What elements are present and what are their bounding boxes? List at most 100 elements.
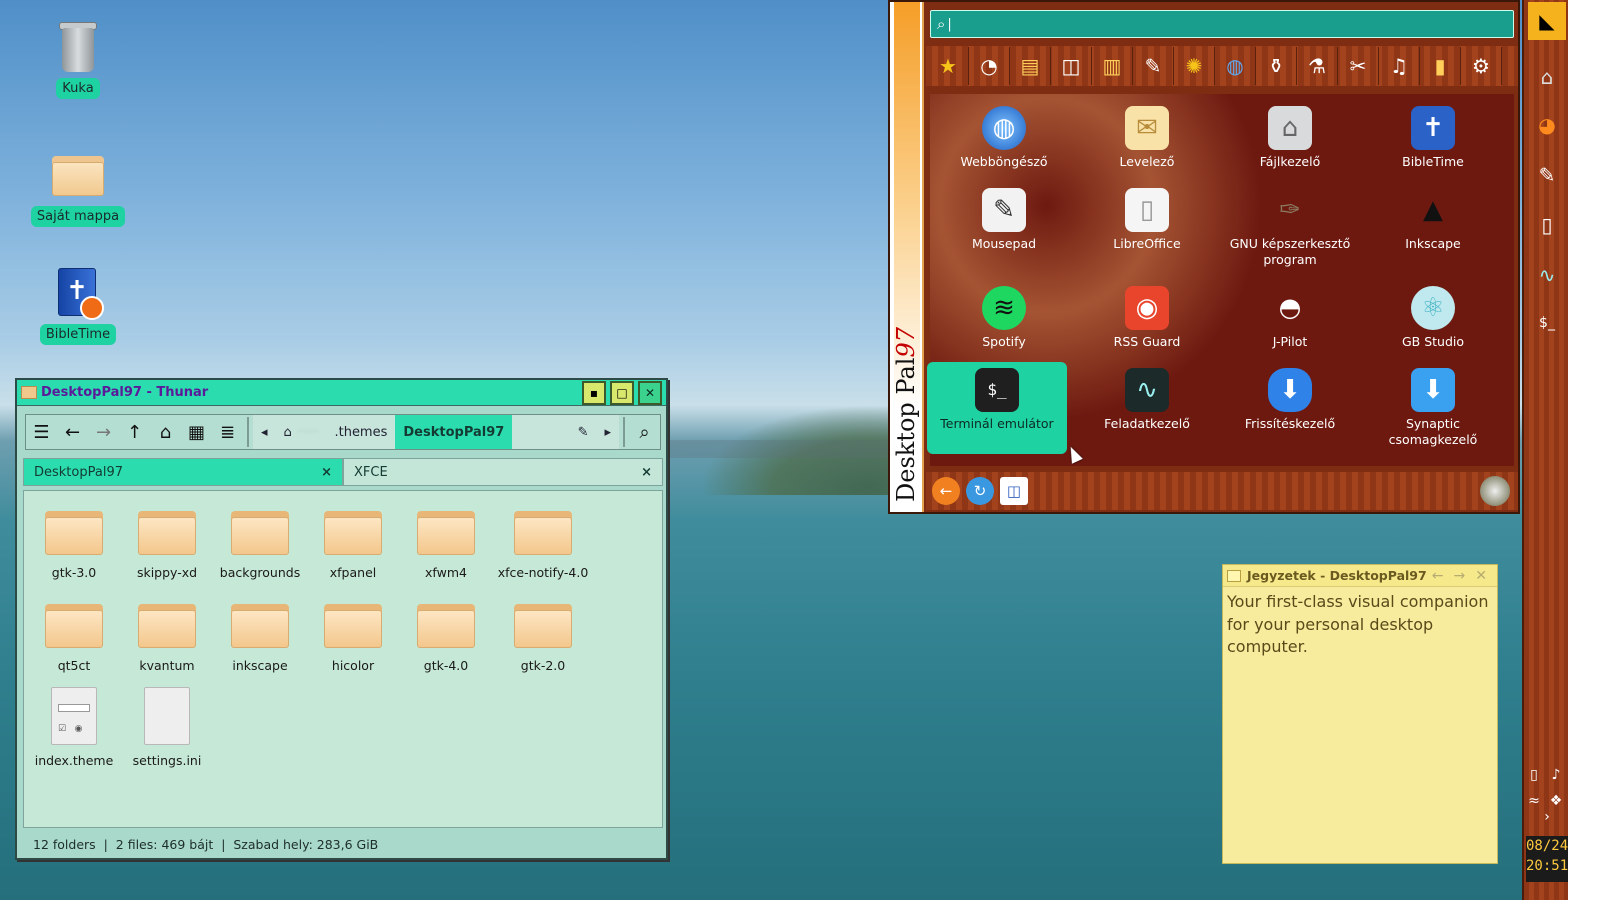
file-item[interactable]: gtk-4.0 — [400, 598, 492, 673]
breadcrumb-home[interactable]: ⌂ ····· — [276, 415, 327, 449]
close-button[interactable]: ✕ — [638, 380, 662, 405]
file-item[interactable]: xfwm4 — [400, 505, 492, 580]
app-rss-guard[interactable]: ◉ RSS Guard — [1077, 286, 1217, 350]
list-view-button[interactable]: ≣ — [212, 415, 243, 449]
breadcrumb-scroll-left[interactable]: ◂ — [253, 415, 276, 449]
notes-icon — [1227, 569, 1241, 582]
file-item[interactable]: backgrounds — [214, 505, 306, 580]
notes-titlebar[interactable]: Jegyzetek - DesktopPal97 ← → ✕ — [1223, 565, 1497, 587]
file-item[interactable]: inkscape — [214, 598, 306, 673]
app-libreoffice[interactable]: ▯ LibreOffice — [1077, 188, 1217, 252]
category-science[interactable]: ⚗ — [1297, 47, 1338, 85]
window-titlebar[interactable]: DesktopPal97 - Thunar ▪ □ ✕ — [17, 380, 666, 406]
app-inkscape[interactable]: ▲ Inkscape — [1363, 188, 1503, 252]
app-update-manager[interactable]: ⬇ Frissítéskezelő — [1220, 368, 1360, 432]
launcher-document[interactable]: ▯ — [1528, 206, 1566, 244]
search-icon: ⌕ — [937, 15, 946, 33]
file-item[interactable]: ☑ ◉ index.theme — [28, 687, 120, 768]
file-label: backgrounds — [219, 565, 301, 580]
category-office[interactable]: ⚱ — [1256, 47, 1297, 85]
app-grid: ◍ Webböngésző ✉ Levelező ⌂ Fájlkezelő ✝ Bibl… — [927, 94, 1514, 466]
user-avatar[interactable] — [1480, 476, 1510, 506]
tab-xfce[interactable]: XFCE × — [343, 458, 663, 486]
icon-view-button[interactable]: ▦ — [181, 415, 212, 449]
refresh-icon: ↻ — [973, 482, 987, 500]
back-button[interactable]: ← — [932, 477, 960, 505]
category-all[interactable]: ▤ — [1010, 47, 1051, 85]
file-item[interactable]: settings.ini — [121, 687, 213, 768]
file-item[interactable]: xfpanel — [307, 505, 399, 580]
breadcrumb-themes[interactable]: .themes — [326, 415, 395, 449]
app-label: Feladatkezelő — [1104, 416, 1190, 431]
category-education[interactable]: ▥ — [1092, 47, 1133, 85]
search-input[interactable]: ⌕ | — [930, 10, 1514, 38]
app-gb-studio[interactable]: ⚛ GB Studio — [1363, 286, 1503, 350]
prev-note-button[interactable]: ← — [1432, 568, 1444, 584]
app-mousepad[interactable]: ✎ Mousepad — [934, 188, 1074, 252]
category-favorites[interactable]: ★ — [928, 47, 969, 85]
tab-close-button[interactable]: × — [641, 465, 652, 480]
category-settings[interactable]: ⚙ — [1461, 47, 1502, 85]
category-system[interactable]: ▮ — [1420, 47, 1461, 85]
file-item[interactable]: gtk-2.0 — [493, 598, 593, 673]
app-terminal[interactable]: $_ Terminál emulátor — [927, 362, 1067, 454]
launcher-file-manager[interactable]: ⌂ — [1528, 58, 1566, 96]
forward-button[interactable]: → — [88, 415, 119, 449]
app-web-browser[interactable]: ◍ Webböngésző — [934, 106, 1074, 170]
tab-desktoppal97[interactable]: DesktopPal97 × — [23, 458, 343, 486]
up-button[interactable]: ↑ — [119, 415, 150, 449]
search-button[interactable]: ⌕ — [629, 415, 660, 449]
document-icon: ▯ — [1125, 188, 1169, 232]
file-item[interactable]: kvantum — [121, 598, 213, 673]
app-task-manager[interactable]: ∿ Feladatkezelő — [1077, 368, 1217, 432]
file-item[interactable]: xfce-notify-4.0 — [493, 505, 593, 580]
desktop-icon-home[interactable]: Saját mappa — [23, 146, 133, 227]
desktop-icon-bibletime[interactable]: ✝ BibleTime — [23, 264, 133, 345]
tray-expand-button[interactable]: › — [1528, 804, 1566, 830]
settings-button[interactable]: ◫ — [1000, 477, 1028, 505]
notes-text[interactable]: Your first-class visual companion for yo… — [1223, 587, 1497, 663]
menu-button[interactable]: ☰ — [26, 415, 57, 449]
app-gimp[interactable]: ✑ GNU képszerkesztő program — [1220, 188, 1360, 268]
tab-close-button[interactable]: × — [321, 465, 332, 480]
app-spotify[interactable]: ≋ Spotify — [934, 286, 1074, 350]
desktop-icon-trash[interactable]: Kuka — [23, 18, 133, 99]
menu-launcher-button[interactable]: ◣ — [1528, 2, 1566, 40]
category-design[interactable]: ✺ — [1174, 47, 1215, 85]
category-recent[interactable]: ◔ — [969, 47, 1010, 85]
file-item[interactable]: qt5ct — [28, 598, 120, 673]
file-label: skippy-xd — [136, 565, 198, 580]
category-accessories[interactable]: ◫ — [1051, 47, 1092, 85]
app-synaptic[interactable]: ⬇ Synaptic csomagkezelő — [1363, 368, 1503, 448]
launcher-firefox[interactable]: ◕ — [1528, 106, 1566, 144]
file-item[interactable]: gtk-3.0 — [28, 505, 120, 580]
app-j-pilot[interactable]: ◓ J-Pilot — [1220, 286, 1360, 350]
file-item[interactable]: hicolor — [307, 598, 399, 673]
bibletime-icon: ✝ — [50, 264, 106, 320]
category-graphics[interactable]: ✎ — [1133, 47, 1174, 85]
breadcrumb-scroll-right[interactable]: ▸ — [596, 415, 619, 449]
app-label: Fájlkezelő — [1259, 154, 1321, 169]
back-button[interactable]: ← — [57, 415, 88, 449]
refresh-button[interactable]: ↻ — [966, 477, 994, 505]
edit-path-button[interactable]: ✎ — [570, 415, 597, 449]
breadcrumb-current[interactable]: DesktopPal97 — [395, 415, 513, 449]
category-utilities[interactable]: ✂ — [1338, 47, 1379, 85]
minimize-button[interactable]: ▪ — [582, 380, 606, 405]
app-mail[interactable]: ✉ Levelező — [1077, 106, 1217, 170]
next-note-button[interactable]: → — [1454, 568, 1466, 584]
launcher-mousepad[interactable]: ✎ — [1528, 156, 1566, 194]
launcher-terminal[interactable]: $_ — [1528, 304, 1566, 342]
launcher-task-manager[interactable]: ∿ — [1528, 256, 1566, 294]
file-item[interactable]: skippy-xd — [121, 505, 213, 580]
clock[interactable]: 08/24 20:51 — [1526, 836, 1568, 882]
app-file-manager[interactable]: ⌂ Fájlkezelő — [1220, 106, 1360, 170]
clock-time: 20:51 — [1526, 858, 1569, 874]
home-button[interactable]: ⌂ — [150, 415, 181, 449]
close-note-button[interactable]: ✕ — [1475, 568, 1487, 584]
category-multimedia[interactable]: ♫ — [1379, 47, 1420, 85]
category-internet[interactable]: ◍ — [1215, 47, 1256, 85]
window-title: DesktopPal97 - Thunar — [41, 385, 209, 400]
maximize-button[interactable]: □ — [610, 380, 634, 405]
app-bibletime[interactable]: ✝ BibleTime — [1363, 106, 1503, 170]
